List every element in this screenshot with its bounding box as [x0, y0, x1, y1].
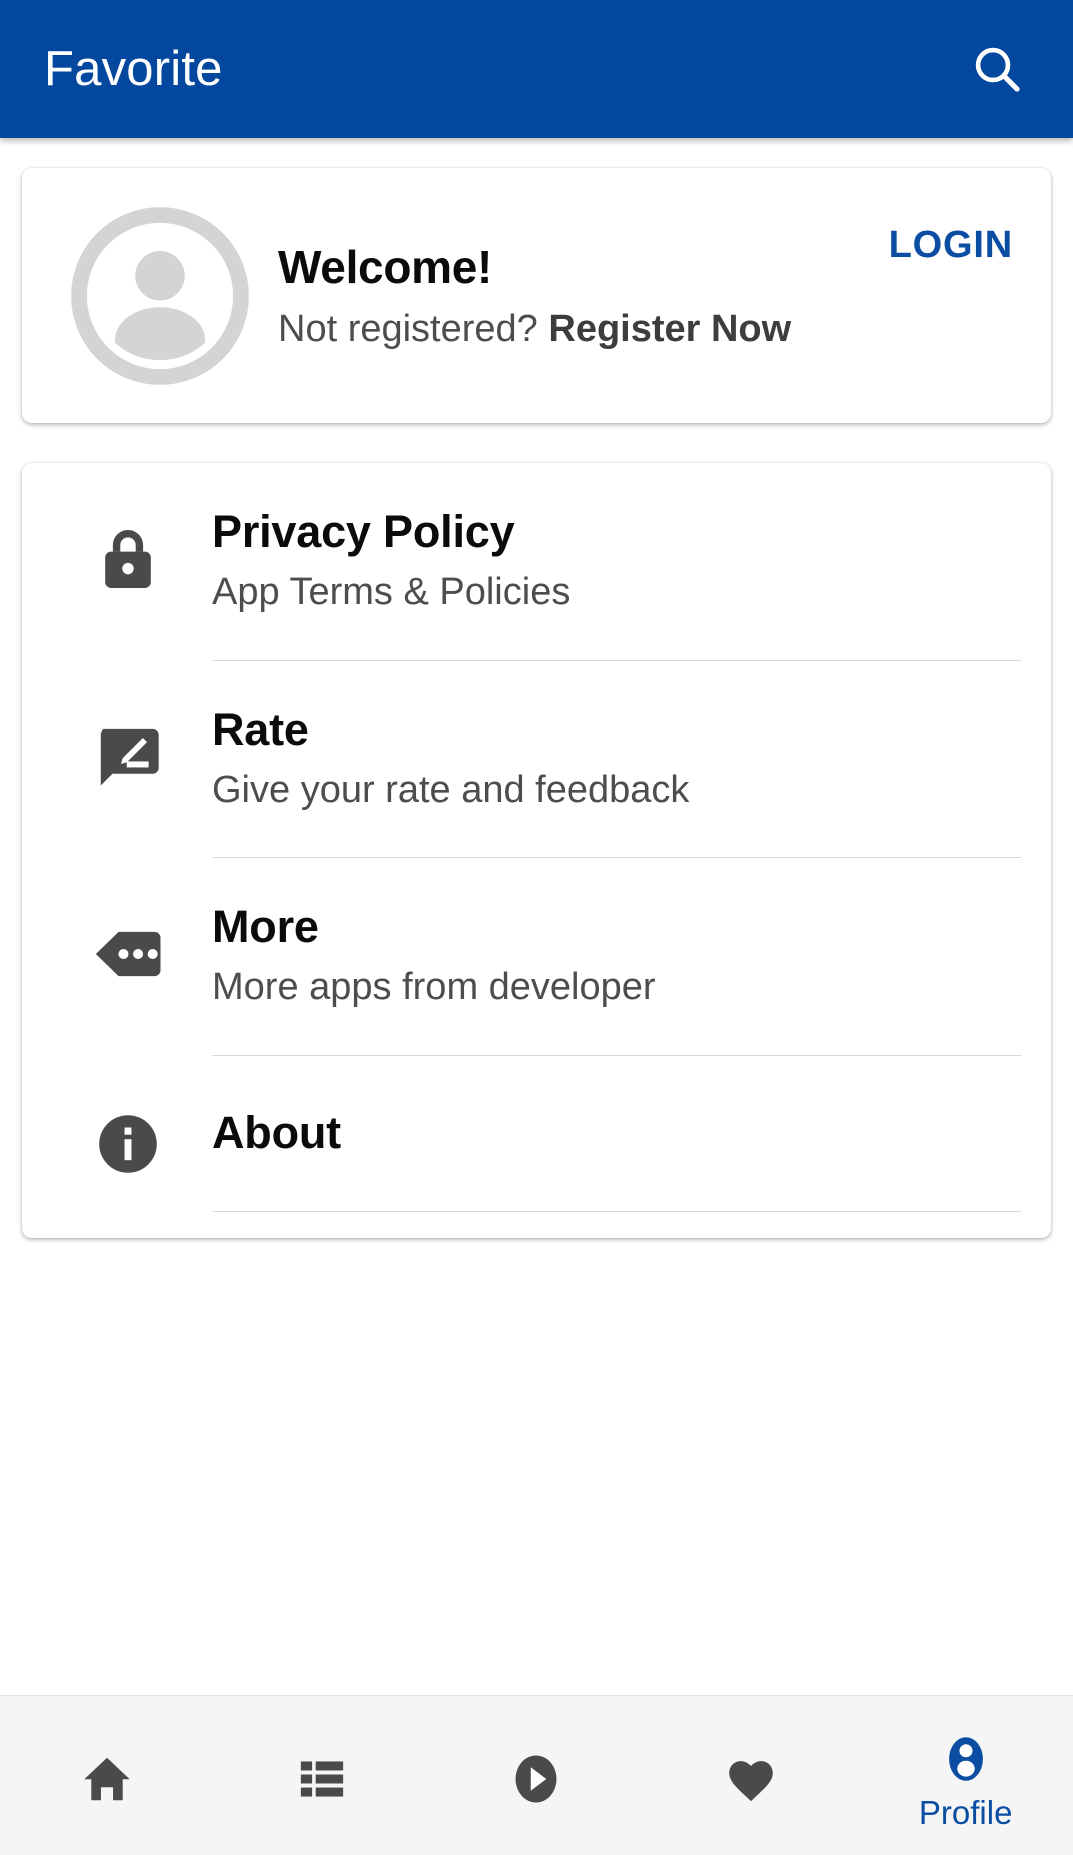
- menu-item-more[interactable]: More More apps from developer: [22, 858, 1051, 1057]
- heart-icon: [729, 1760, 773, 1801]
- search-button[interactable]: [961, 33, 1033, 105]
- nav-item-list[interactable]: [215, 1696, 430, 1855]
- menu-title: More: [212, 901, 319, 953]
- play-circle-icon: [515, 1755, 557, 1802]
- menu-text-privacy-policy: Privacy Policy App Terms & Policies: [186, 463, 1051, 661]
- person-icon: [948, 1737, 983, 1781]
- menu-item-privacy-policy[interactable]: Privacy Policy App Terms & Policies: [22, 463, 1051, 661]
- list-icon: [300, 1760, 344, 1797]
- menu-subtitle: More apps from developer: [212, 966, 656, 1009]
- welcome-title: Welcome!: [278, 240, 493, 293]
- search-icon: [975, 47, 1020, 92]
- menu-item-rate[interactable]: Rate Give your rate and feedback: [22, 661, 1051, 859]
- nav-item-favorites[interactable]: [644, 1696, 859, 1855]
- account-circle-icon: [71, 206, 249, 385]
- menu-title: About: [212, 1107, 341, 1159]
- menu-item-about[interactable]: About: [22, 1056, 1051, 1238]
- home-icon-wrap: [78, 1748, 136, 1810]
- nav-label-profile: Profile: [918, 1794, 1013, 1831]
- welcome-text-block: Welcome! Not registered? Register Now: [278, 240, 791, 352]
- bottom-navigation-bar: Profile: [0, 1695, 1073, 1855]
- info-icon: [99, 1115, 157, 1173]
- nav-item-play[interactable]: [429, 1696, 644, 1855]
- home-icon: [84, 1757, 131, 1800]
- not-registered-label: Not registered?: [278, 307, 538, 350]
- info-icon-wrap: [70, 1108, 186, 1180]
- nav-item-home[interactable]: [0, 1696, 215, 1855]
- avatar: [70, 206, 250, 386]
- menu-title: Privacy Policy: [212, 506, 515, 557]
- welcome-card[interactable]: Welcome! Not registered? Register Now LO…: [22, 168, 1051, 423]
- menu-subtitle: App Terms & Policies: [212, 571, 571, 614]
- more-tag-icon: [95, 932, 161, 977]
- menu-subtitle: Give your rate and feedback: [212, 768, 690, 811]
- register-prompt: Not registered? Register Now: [278, 308, 791, 352]
- list-icon-wrap: [295, 1748, 349, 1810]
- page-title: Favorite: [44, 41, 223, 96]
- app-bar: Favorite: [0, 0, 1073, 138]
- play-icon-wrap: [506, 1748, 566, 1810]
- register-now-link[interactable]: Register Now: [548, 308, 791, 350]
- content-area: Welcome! Not registered? Register Now LO…: [0, 138, 1073, 1695]
- settings-menu-card: Privacy Policy App Terms & Policies Rate: [22, 463, 1051, 1239]
- heart-icon-wrap: [722, 1748, 780, 1810]
- more-icon-wrap: [70, 915, 186, 993]
- menu-text-about: About: [186, 1056, 1051, 1222]
- rate-icon-wrap: [70, 719, 186, 795]
- menu-text-rate: Rate Give your rate and feedback: [186, 661, 1051, 859]
- rate-review-icon: [100, 728, 159, 786]
- app-screen: Favorite Welcome! Not registered? Regist…: [0, 0, 1073, 1855]
- login-button[interactable]: LOGIN: [889, 224, 1013, 267]
- menu-title: Rate: [212, 703, 309, 755]
- person-icon-wrap: [937, 1728, 995, 1790]
- divider: [212, 1211, 1021, 1213]
- lock-icon-wrap: [70, 522, 186, 596]
- nav-item-profile[interactable]: Profile: [858, 1696, 1073, 1855]
- lock-icon: [105, 529, 151, 588]
- menu-text-more: More More apps from developer: [186, 858, 1051, 1057]
